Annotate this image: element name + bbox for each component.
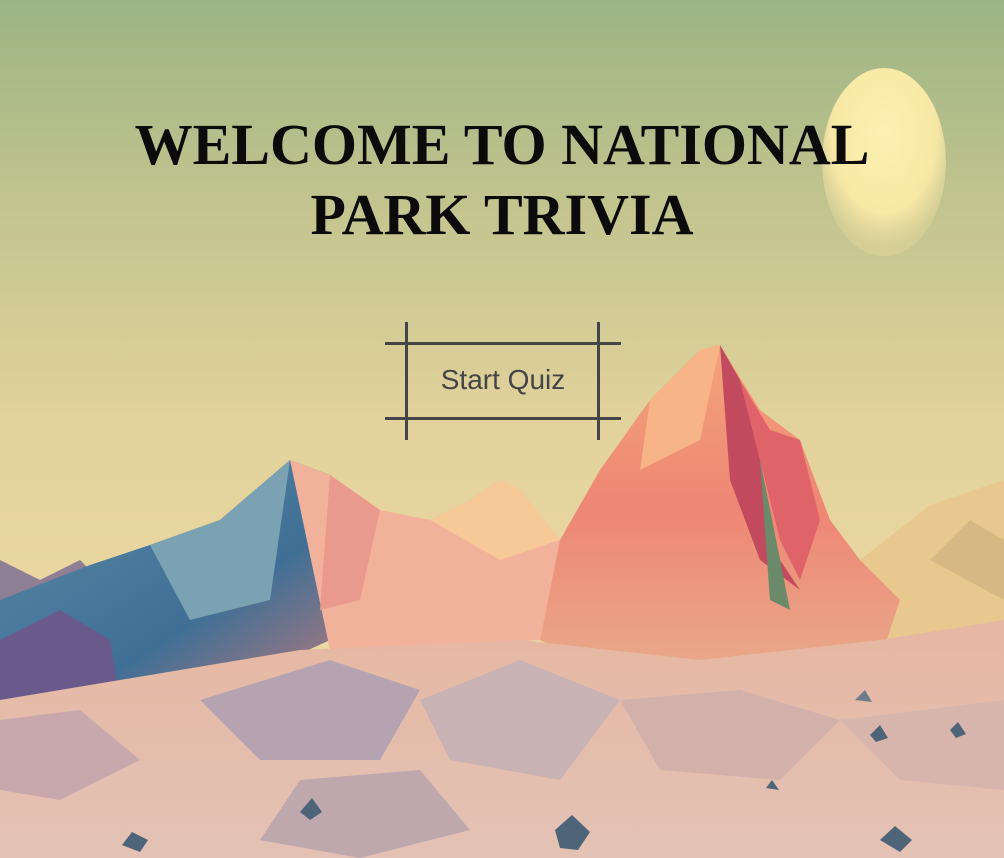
page-title: WELCOME TO NATIONAL PARK TRIVIA (0, 110, 1004, 250)
start-quiz-button[interactable]: Start Quiz (385, 322, 621, 440)
title-line-1: WELCOME TO NATIONAL (134, 112, 870, 177)
title-line-2: PARK TRIVIA (310, 182, 694, 247)
frame-bottom-bar (385, 417, 621, 420)
start-quiz-label: Start Quiz (440, 364, 566, 395)
frame-top-bar (385, 342, 621, 345)
